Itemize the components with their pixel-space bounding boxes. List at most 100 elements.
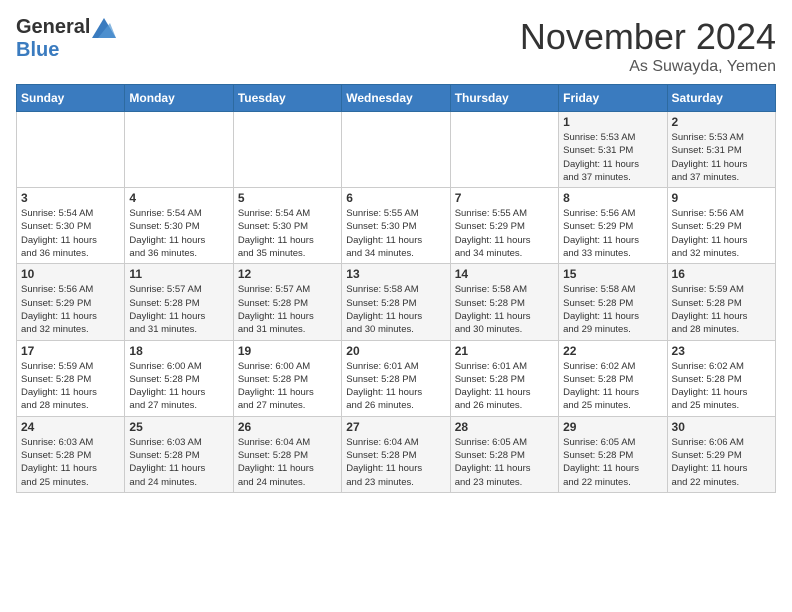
logo-blue-text: Blue <box>16 39 59 62</box>
day-number: 12 <box>238 267 337 281</box>
day-number: 15 <box>563 267 662 281</box>
day-info: Sunrise: 6:05 AM Sunset: 5:28 PM Dayligh… <box>563 436 662 489</box>
day-number: 11 <box>129 267 228 281</box>
day-number: 26 <box>238 420 337 434</box>
calendar-cell: 24 Sunrise: 6:03 AM Sunset: 5:28 PM Dayli… <box>17 416 125 492</box>
day-info: Sunrise: 5:53 AM Sunset: 5:31 PM Dayligh… <box>563 131 662 184</box>
day-info: Sunrise: 6:02 AM Sunset: 5:28 PM Dayligh… <box>563 360 662 413</box>
weekday-header-friday: Friday <box>559 85 667 112</box>
day-number: 30 <box>672 420 771 434</box>
day-number: 2 <box>672 115 771 129</box>
week-row-2: 10Sunrise: 5:56 AM Sunset: 5:29 PM Dayli… <box>17 264 776 340</box>
weekday-header-monday: Monday <box>125 85 233 112</box>
title-area: November 2024 As Suwayda, Yemen <box>520 16 776 76</box>
week-row-1: 3Sunrise: 5:54 AM Sunset: 5:30 PM Daylig… <box>17 188 776 264</box>
day-number: 4 <box>129 191 228 205</box>
calendar-cell: 19 Sunrise: 6:00 AM Sunset: 5:28 PM Dayli… <box>233 340 341 416</box>
calendar-cell: 6 Sunrise: 5:55 AM Sunset: 5:30 PM Daylig… <box>342 188 450 264</box>
calendar: SundayMondayTuesdayWednesdayThursdayFrid… <box>16 84 776 493</box>
day-info: Sunrise: 5:59 AM Sunset: 5:28 PM Dayligh… <box>672 283 771 336</box>
day-number: 10 <box>21 267 120 281</box>
day-info: Sunrise: 5:56 AM Sunset: 5:29 PM Dayligh… <box>672 207 771 260</box>
day-info: Sunrise: 6:02 AM Sunset: 5:28 PM Dayligh… <box>672 360 771 413</box>
calendar-cell <box>342 112 450 188</box>
calendar-cell <box>17 112 125 188</box>
header: General Blue November 2024 As Suwayda, Y… <box>16 16 776 76</box>
calendar-cell: 4 Sunrise: 5:54 AM Sunset: 5:30 PM Daylig… <box>125 188 233 264</box>
calendar-cell: 25 Sunrise: 6:03 AM Sunset: 5:28 PM Dayli… <box>125 416 233 492</box>
month-title: November 2024 <box>520 16 776 58</box>
calendar-cell: 7 Sunrise: 5:55 AM Sunset: 5:29 PM Daylig… <box>450 188 558 264</box>
calendar-cell: 12 Sunrise: 5:57 AM Sunset: 5:28 PM Dayli… <box>233 264 341 340</box>
calendar-cell: 18Sunrise: 6:00 AM Sunset: 5:28 PM Dayli… <box>125 340 233 416</box>
calendar-cell: 21Sunrise: 6:01 AM Sunset: 5:28 PM Dayli… <box>450 340 558 416</box>
day-info: Sunrise: 5:58 AM Sunset: 5:28 PM Dayligh… <box>455 283 554 336</box>
day-info: Sunrise: 6:00 AM Sunset: 5:28 PM Dayligh… <box>238 360 337 413</box>
day-info: Sunrise: 6:03 AM Sunset: 5:28 PM Dayligh… <box>129 436 228 489</box>
calendar-cell: 27Sunrise: 6:04 AM Sunset: 5:28 PM Dayli… <box>342 416 450 492</box>
day-info: Sunrise: 6:05 AM Sunset: 5:28 PM Dayligh… <box>455 436 554 489</box>
day-info: Sunrise: 5:53 AM Sunset: 5:31 PM Dayligh… <box>672 131 771 184</box>
calendar-cell <box>125 112 233 188</box>
day-number: 18 <box>129 344 228 358</box>
calendar-cell: 20 Sunrise: 6:01 AM Sunset: 5:28 PM Dayli… <box>342 340 450 416</box>
day-number: 29 <box>563 420 662 434</box>
logo-blue: Blue <box>16 39 59 62</box>
day-number: 13 <box>346 267 445 281</box>
calendar-cell: 30Sunrise: 6:06 AM Sunset: 5:29 PM Dayli… <box>667 416 775 492</box>
logo-icon <box>92 18 116 38</box>
calendar-cell <box>450 112 558 188</box>
day-number: 9 <box>672 191 771 205</box>
calendar-cell: 5 Sunrise: 5:54 AM Sunset: 5:30 PM Daylig… <box>233 188 341 264</box>
calendar-cell: 26Sunrise: 6:04 AM Sunset: 5:28 PM Dayli… <box>233 416 341 492</box>
day-number: 17 <box>21 344 120 358</box>
calendar-cell: 22 Sunrise: 6:02 AM Sunset: 5:28 PM Dayli… <box>559 340 667 416</box>
calendar-cell: 2 Sunrise: 5:53 AM Sunset: 5:31 PM Daylig… <box>667 112 775 188</box>
weekday-header-saturday: Saturday <box>667 85 775 112</box>
week-row-3: 17 Sunrise: 5:59 AM Sunset: 5:28 PM Dayli… <box>17 340 776 416</box>
calendar-cell: 29 Sunrise: 6:05 AM Sunset: 5:28 PM Dayli… <box>559 416 667 492</box>
day-info: Sunrise: 6:01 AM Sunset: 5:28 PM Dayligh… <box>346 360 445 413</box>
calendar-cell: 16 Sunrise: 5:59 AM Sunset: 5:28 PM Dayli… <box>667 264 775 340</box>
day-info: Sunrise: 5:59 AM Sunset: 5:28 PM Dayligh… <box>21 360 120 413</box>
day-number: 5 <box>238 191 337 205</box>
day-number: 20 <box>346 344 445 358</box>
calendar-cell: 3Sunrise: 5:54 AM Sunset: 5:30 PM Daylig… <box>17 188 125 264</box>
day-info: Sunrise: 5:54 AM Sunset: 5:30 PM Dayligh… <box>129 207 228 260</box>
day-info: Sunrise: 5:55 AM Sunset: 5:30 PM Dayligh… <box>346 207 445 260</box>
weekday-header-wednesday: Wednesday <box>342 85 450 112</box>
day-number: 7 <box>455 191 554 205</box>
calendar-cell: 14 Sunrise: 5:58 AM Sunset: 5:28 PM Dayli… <box>450 264 558 340</box>
calendar-cell: 13 Sunrise: 5:58 AM Sunset: 5:28 PM Dayli… <box>342 264 450 340</box>
logo-general: General <box>16 16 90 39</box>
day-number: 24 <box>21 420 120 434</box>
day-number: 6 <box>346 191 445 205</box>
day-info: Sunrise: 5:56 AM Sunset: 5:29 PM Dayligh… <box>563 207 662 260</box>
day-info: Sunrise: 5:54 AM Sunset: 5:30 PM Dayligh… <box>238 207 337 260</box>
day-info: Sunrise: 5:57 AM Sunset: 5:28 PM Dayligh… <box>129 283 228 336</box>
day-info: Sunrise: 5:55 AM Sunset: 5:29 PM Dayligh… <box>455 207 554 260</box>
location-title: As Suwayda, Yemen <box>520 58 776 76</box>
day-info: Sunrise: 5:58 AM Sunset: 5:28 PM Dayligh… <box>346 283 445 336</box>
day-number: 27 <box>346 420 445 434</box>
day-info: Sunrise: 5:58 AM Sunset: 5:28 PM Dayligh… <box>563 283 662 336</box>
logo-text: General <box>16 16 116 39</box>
day-number: 1 <box>563 115 662 129</box>
day-number: 19 <box>238 344 337 358</box>
day-number: 25 <box>129 420 228 434</box>
day-info: Sunrise: 6:03 AM Sunset: 5:28 PM Dayligh… <box>21 436 120 489</box>
day-number: 22 <box>563 344 662 358</box>
weekday-header-sunday: Sunday <box>17 85 125 112</box>
day-info: Sunrise: 5:54 AM Sunset: 5:30 PM Dayligh… <box>21 207 120 260</box>
day-number: 28 <box>455 420 554 434</box>
logo-area: General Blue <box>16 16 116 62</box>
calendar-cell: 15 Sunrise: 5:58 AM Sunset: 5:28 PM Dayli… <box>559 264 667 340</box>
calendar-cell: 17 Sunrise: 5:59 AM Sunset: 5:28 PM Dayli… <box>17 340 125 416</box>
weekday-header-thursday: Thursday <box>450 85 558 112</box>
day-info: Sunrise: 5:57 AM Sunset: 5:28 PM Dayligh… <box>238 283 337 336</box>
calendar-cell: 28 Sunrise: 6:05 AM Sunset: 5:28 PM Dayli… <box>450 416 558 492</box>
day-number: 14 <box>455 267 554 281</box>
day-number: 8 <box>563 191 662 205</box>
calendar-cell: 23Sunrise: 6:02 AM Sunset: 5:28 PM Dayli… <box>667 340 775 416</box>
day-number: 16 <box>672 267 771 281</box>
